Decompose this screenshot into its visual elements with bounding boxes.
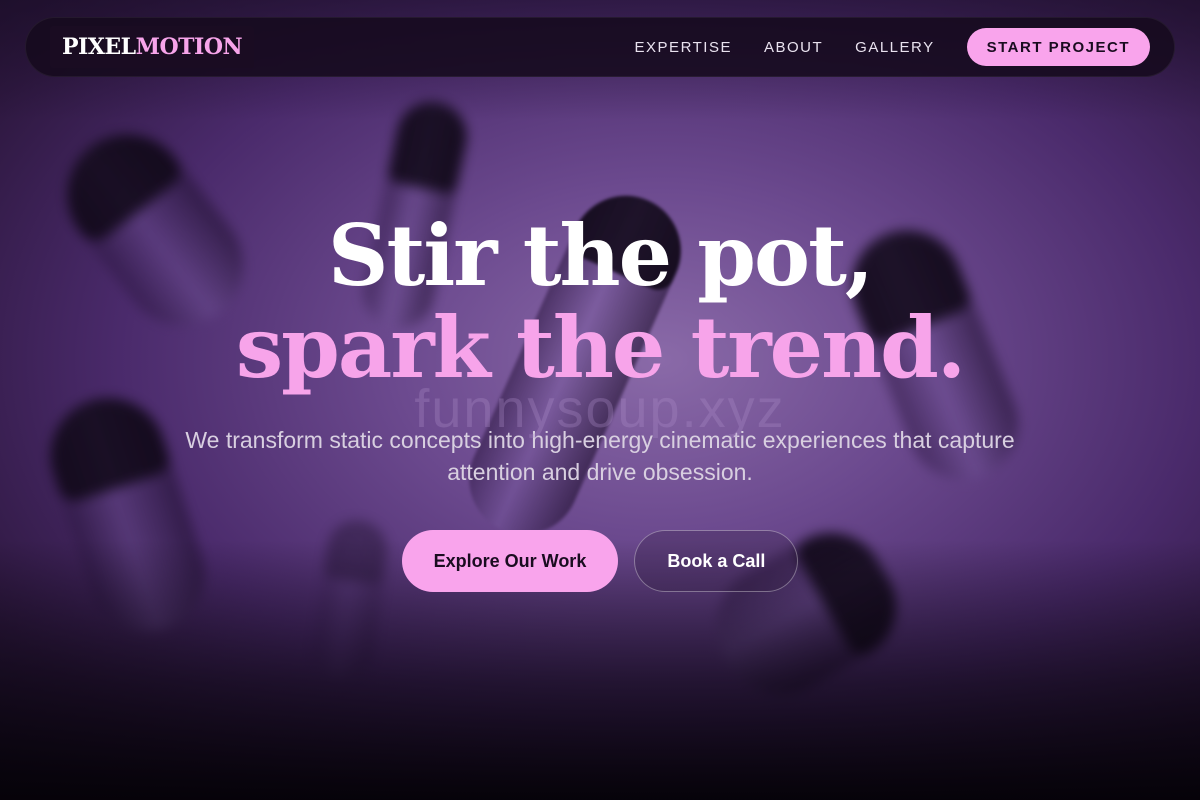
logo-text-motion: MOTION bbox=[135, 34, 243, 60]
headline-line-2: spark the trend. bbox=[235, 298, 966, 397]
logo-text-pixel: PIXEL bbox=[62, 34, 136, 60]
explore-work-button[interactable]: Explore Our Work bbox=[401, 530, 619, 592]
hero-actions: Explore Our Work Book a Call bbox=[0, 530, 1200, 592]
start-project-button[interactable]: START PROJECT bbox=[966, 28, 1150, 66]
hero-section: Stir the pot, spark the trend. funnysoup… bbox=[0, 210, 1200, 592]
brand-logo[interactable]: PIXELMOTION bbox=[50, 26, 255, 68]
hero-background: PIXELMOTION EXPERTISE ABOUT GALLERY STAR… bbox=[0, 0, 1200, 800]
hero-headline: Stir the pot, spark the trend. bbox=[0, 210, 1200, 394]
nav-links: EXPERTISE ABOUT GALLERY START PROJECT bbox=[635, 28, 1150, 66]
top-navbar: PIXELMOTION EXPERTISE ABOUT GALLERY STAR… bbox=[25, 17, 1175, 77]
book-call-button[interactable]: Book a Call bbox=[634, 530, 799, 592]
nav-link-expertise[interactable]: EXPERTISE bbox=[635, 39, 732, 56]
nav-link-about[interactable]: ABOUT bbox=[764, 39, 823, 56]
nav-link-gallery[interactable]: GALLERY bbox=[855, 39, 934, 56]
hero-subtext: We transform static concepts into high-e… bbox=[185, 427, 1015, 485]
headline-line-1: Stir the pot, bbox=[327, 206, 874, 305]
